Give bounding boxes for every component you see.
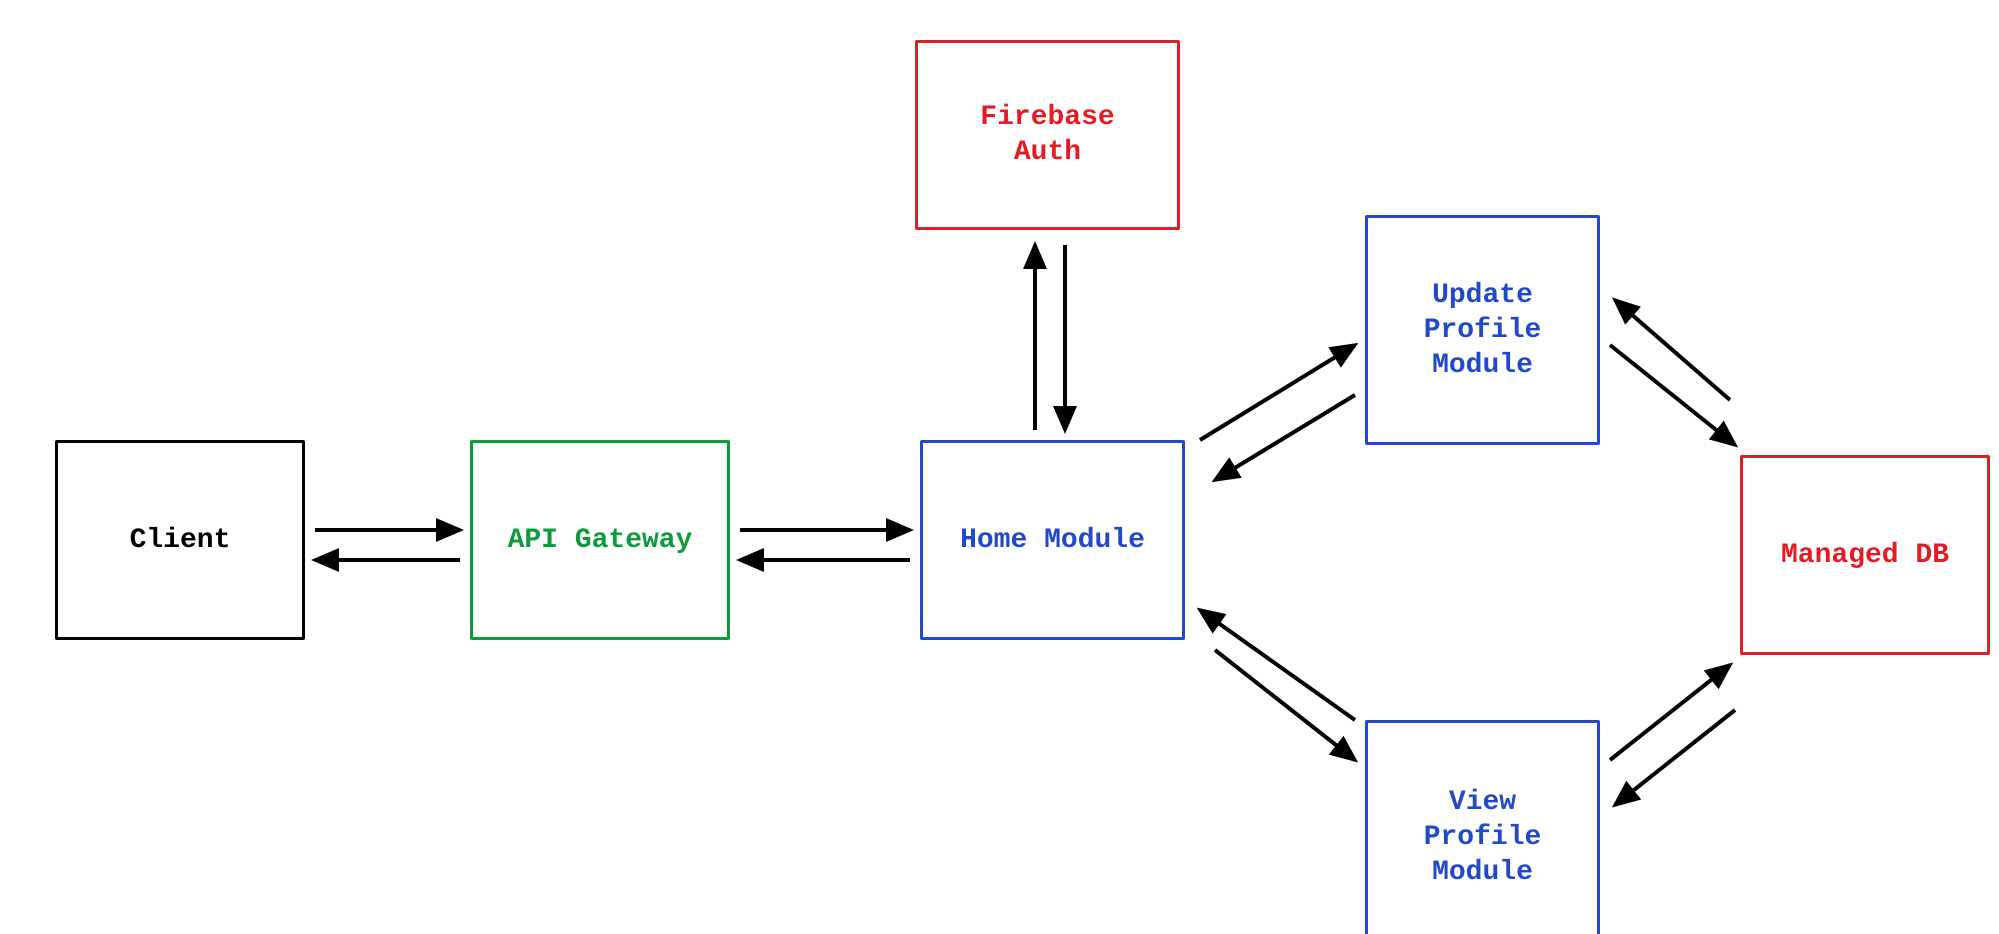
edge-client-api	[315, 530, 460, 560]
node-home-module-label: Home Module	[960, 523, 1145, 558]
node-api-gateway-label: API Gateway	[508, 523, 693, 558]
node-client-label: Client	[130, 523, 231, 558]
diagram-canvas: Client API Gateway Home Module FirebaseA…	[0, 0, 1999, 934]
node-firebase-auth: FirebaseAuth	[915, 40, 1180, 230]
edge-api-home	[740, 530, 910, 560]
node-client: Client	[55, 440, 305, 640]
node-update-profile-label: UpdateProfileModule	[1424, 278, 1542, 383]
edge-view-db	[1610, 665, 1735, 805]
node-managed-db-label: Managed DB	[1781, 538, 1949, 573]
edge-update-db	[1610, 300, 1735, 445]
edge-home-firebase	[1035, 245, 1065, 430]
node-view-profile-label: ViewProfileModule	[1424, 785, 1542, 890]
node-firebase-auth-label: FirebaseAuth	[980, 100, 1114, 170]
node-api-gateway: API Gateway	[470, 440, 730, 640]
edge-home-view	[1200, 610, 1355, 760]
node-managed-db: Managed DB	[1740, 455, 1990, 655]
edge-home-update	[1200, 345, 1355, 480]
node-home-module: Home Module	[920, 440, 1185, 640]
node-update-profile: UpdateProfileModule	[1365, 215, 1600, 445]
node-view-profile: ViewProfileModule	[1365, 720, 1600, 934]
